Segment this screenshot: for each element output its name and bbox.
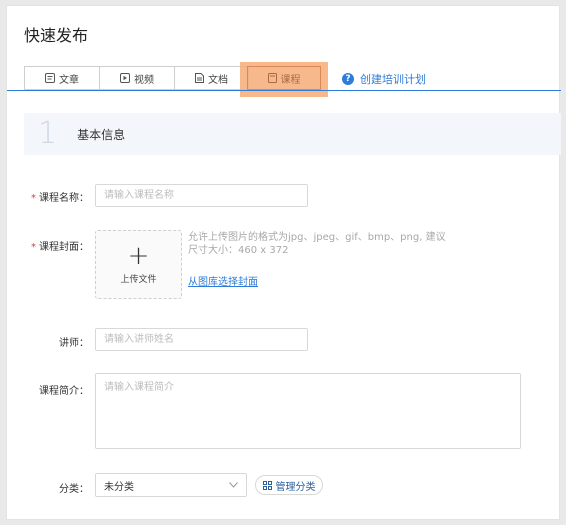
tab-article[interactable]: 文章 [24, 66, 99, 90]
tab-document[interactable]: 文档 [174, 66, 249, 90]
course-icon [267, 73, 277, 83]
plus-icon: + [127, 240, 150, 271]
manage-category-label: 管理分类 [275, 481, 316, 493]
upload-label: 上传文件 [120, 274, 157, 285]
course-name-label: * 课程名称： [31, 193, 89, 204]
lecturer-input[interactable] [95, 328, 308, 351]
required-marker: * [31, 193, 36, 204]
manage-category-button[interactable]: 管理分类 [255, 475, 323, 495]
create-training-plan-link[interactable]: ? 创建培训计划 [342, 71, 426, 87]
grid-icon [262, 480, 272, 490]
tab-video[interactable]: 视频 [99, 66, 174, 90]
category-select[interactable]: 未分类 [95, 473, 247, 497]
section-number: 1 [38, 116, 58, 151]
document-icon [195, 73, 204, 83]
section-header: 1 基本信息 [24, 113, 561, 155]
course-name-input[interactable] [95, 184, 308, 207]
upload-cover-button[interactable]: + 上传文件 [95, 230, 182, 299]
tabs-underline [7, 90, 561, 91]
page-title: 快速发布 [24, 26, 89, 45]
tab-course[interactable]: 课程 [247, 66, 321, 90]
tab-label: 文档 [208, 74, 228, 86]
choose-from-library-link[interactable]: 从图库选择封面 [188, 273, 258, 288]
required-marker: * [31, 242, 36, 253]
intro-label: 课程简介： [39, 386, 89, 397]
tab-label: 视频 [134, 74, 154, 86]
lecturer-label: 讲师： [59, 338, 89, 349]
tab-label: 文章 [59, 74, 79, 86]
quick-publish-panel: 快速发布 文章 视频 文档 课程 ? 创建培训计划 1 基本信息 * 课程名称：… [6, 5, 561, 520]
cover-format-hint: 允许上传图片的格式为jpg、jpeg、gif、bmp、png, 建议尺寸大小：4… [188, 232, 446, 256]
category-label: 分类： [59, 484, 89, 495]
plan-link-label: 创建培训计划 [360, 73, 426, 86]
section-title: 基本信息 [77, 127, 126, 142]
article-icon [45, 73, 55, 83]
category-value: 未分类 [104, 481, 134, 493]
video-icon [120, 73, 130, 83]
course-cover-label: * 课程封面： [31, 242, 89, 253]
content-type-tabs: 文章 视频 文档 [24, 66, 249, 90]
help-icon: ? [342, 73, 354, 85]
tab-label: 课程 [280, 74, 301, 86]
course-intro-textarea[interactable] [95, 373, 521, 449]
chevron-down-icon [229, 480, 238, 491]
